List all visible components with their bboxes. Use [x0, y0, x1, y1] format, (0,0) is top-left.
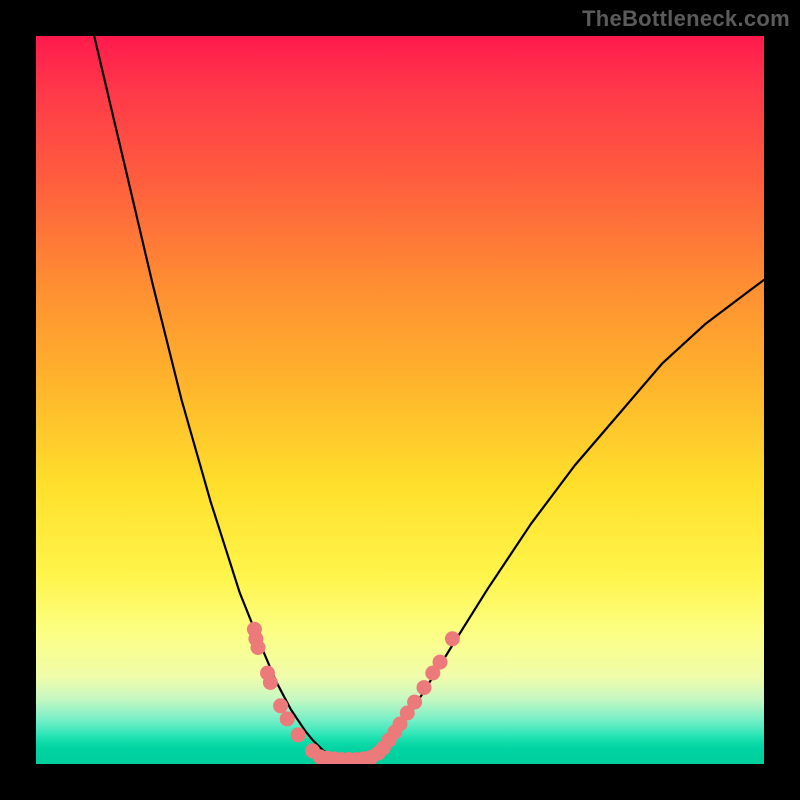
marker-dot — [407, 695, 422, 710]
chart-frame: TheBottleneck.com — [0, 0, 800, 800]
watermark-text: TheBottleneck.com — [582, 6, 790, 32]
chart-svg — [36, 36, 764, 764]
marker-dot — [251, 640, 266, 655]
scatter-markers — [247, 622, 460, 764]
marker-dot — [445, 631, 460, 646]
plot-area — [36, 36, 764, 764]
marker-dot — [273, 698, 288, 713]
marker-dot — [263, 675, 278, 690]
marker-dot — [291, 727, 306, 742]
marker-dot — [433, 655, 448, 670]
marker-dot — [280, 711, 295, 726]
bottleneck-curve — [94, 36, 764, 758]
marker-dot — [417, 680, 432, 695]
